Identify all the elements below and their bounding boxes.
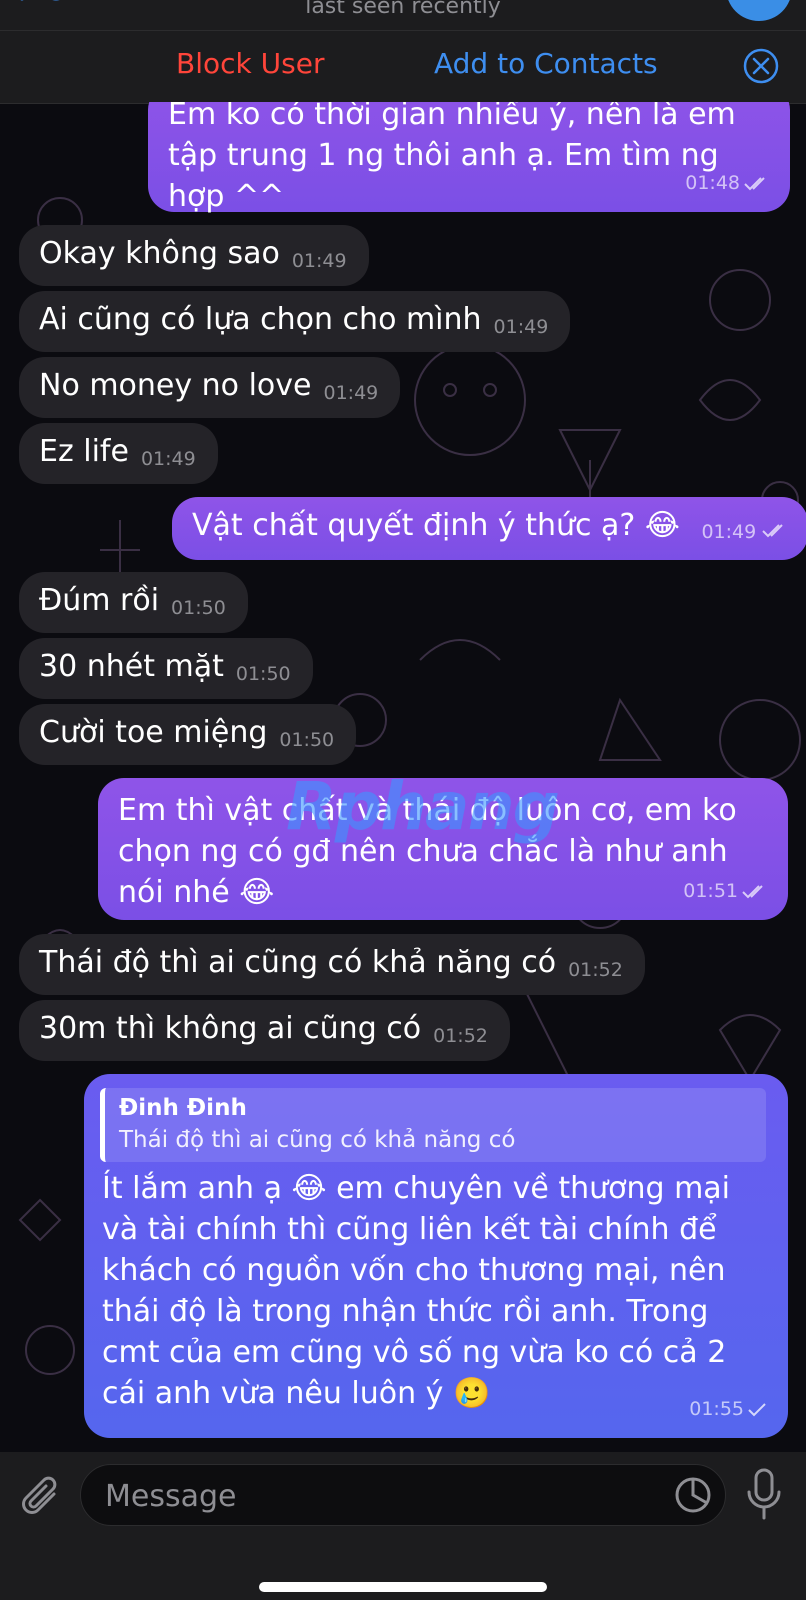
message-input-bar (0, 1452, 806, 1600)
message-meta: 01:51 (683, 871, 768, 912)
message-text: 30m thì không ai cũng có (39, 1011, 422, 1046)
message-time: 01:48 (685, 172, 740, 194)
paperclip-icon[interactable] (20, 1472, 64, 1520)
incoming-message[interactable]: Okay không sao 01:49 (19, 225, 369, 286)
message-text: Ai cũng có lựa chọn cho mình (39, 302, 482, 337)
incoming-message[interactable]: Thái độ thì ai cũng có khả năng có 01:52 (19, 934, 645, 995)
message-meta: 01:49 (701, 521, 788, 543)
message-time: 01:50 (279, 729, 335, 751)
reply-quote[interactable]: Đinh Đinh Thái độ thì ai cũng có khả năn… (100, 1088, 766, 1162)
message-text: Em ko có thời gian nhiều ý, nên là em tậ… (168, 97, 736, 214)
message-time: 01:49 (140, 448, 196, 470)
check-icon (748, 1402, 766, 1416)
outgoing-message[interactable]: Em ko có thời gian nhiều ý, nên là em tậ… (148, 102, 790, 214)
reply-text: Thái độ thì ai cũng có khả năng có (119, 1127, 516, 1153)
message-time: 01:49 (701, 521, 757, 543)
incoming-message[interactable]: Đúm rồi 01:50 (19, 572, 248, 633)
last-seen-status: last seen recently (305, 0, 501, 19)
message-time: 01:49 (493, 316, 549, 338)
message-input[interactable] (103, 1473, 627, 1519)
sticker-icon[interactable] (673, 1475, 713, 1515)
message-text: Okay không sao (39, 236, 280, 271)
microphone-icon[interactable] (744, 1468, 784, 1520)
incoming-message[interactable]: No money no love 01:49 (19, 357, 401, 418)
message-meta: 01:55 (689, 1389, 768, 1430)
message-text: No money no love (39, 368, 312, 403)
incoming-message[interactable]: Ai cũng có lựa chọn cho mình 01:49 (19, 291, 571, 352)
double-check-icon (742, 884, 763, 898)
message-time: 01:51 (683, 880, 738, 902)
message-text: Đúm rồi (39, 583, 160, 618)
incoming-message[interactable]: Ez life 01:49 (19, 423, 218, 484)
message-text: Ít lắm anh ạ 😂 em chuyên về thương mại v… (102, 1171, 731, 1411)
block-user-button[interactable]: Block User (176, 47, 324, 80)
message-time: 01:49 (323, 382, 379, 404)
message-time: 01:52 (568, 959, 623, 981)
close-circle-icon[interactable] (742, 47, 780, 85)
incoming-message[interactable]: 30m thì không ai cũng có 01:52 (19, 1000, 510, 1061)
message-time: 01:50 (171, 597, 226, 619)
message-time: 01:55 (689, 1398, 744, 1420)
message-time: 01:52 (433, 1025, 488, 1047)
chat-header: last seen recently (0, 0, 806, 30)
message-field[interactable] (80, 1464, 726, 1526)
incoming-message[interactable]: Cười toe miệng 01:50 (19, 704, 357, 765)
contact-action-bar: Block User Add to Contacts (0, 30, 806, 104)
message-time: 01:49 (291, 250, 347, 272)
home-indicator (259, 1582, 547, 1592)
message-text: Cười toe miệng (39, 715, 268, 750)
outgoing-message[interactable]: Vật chất quyết định ý thức ạ? 😂 01:49 (172, 497, 806, 560)
message-text: Vật chất quyết định ý thức ạ? 😂 (192, 508, 680, 543)
outgoing-message[interactable]: Đinh Đinh Thái độ thì ai cũng có khả năn… (84, 1074, 788, 1438)
double-check-icon (744, 176, 765, 190)
message-meta: 01:48 (685, 163, 770, 204)
watermark: Rphang (286, 768, 560, 845)
message-text: Ez life (39, 434, 129, 469)
double-check-icon (762, 524, 783, 538)
reply-author: Đinh Đinh (119, 1095, 247, 1121)
incoming-message[interactable]: 30 nhét mặt 01:50 (19, 638, 313, 699)
message-time: 01:50 (235, 663, 291, 685)
message-text: 30 nhét mặt (39, 649, 224, 684)
message-text: Thái độ thì ai cũng có khả năng có (39, 945, 557, 980)
add-to-contacts-button[interactable]: Add to Contacts (434, 47, 658, 80)
